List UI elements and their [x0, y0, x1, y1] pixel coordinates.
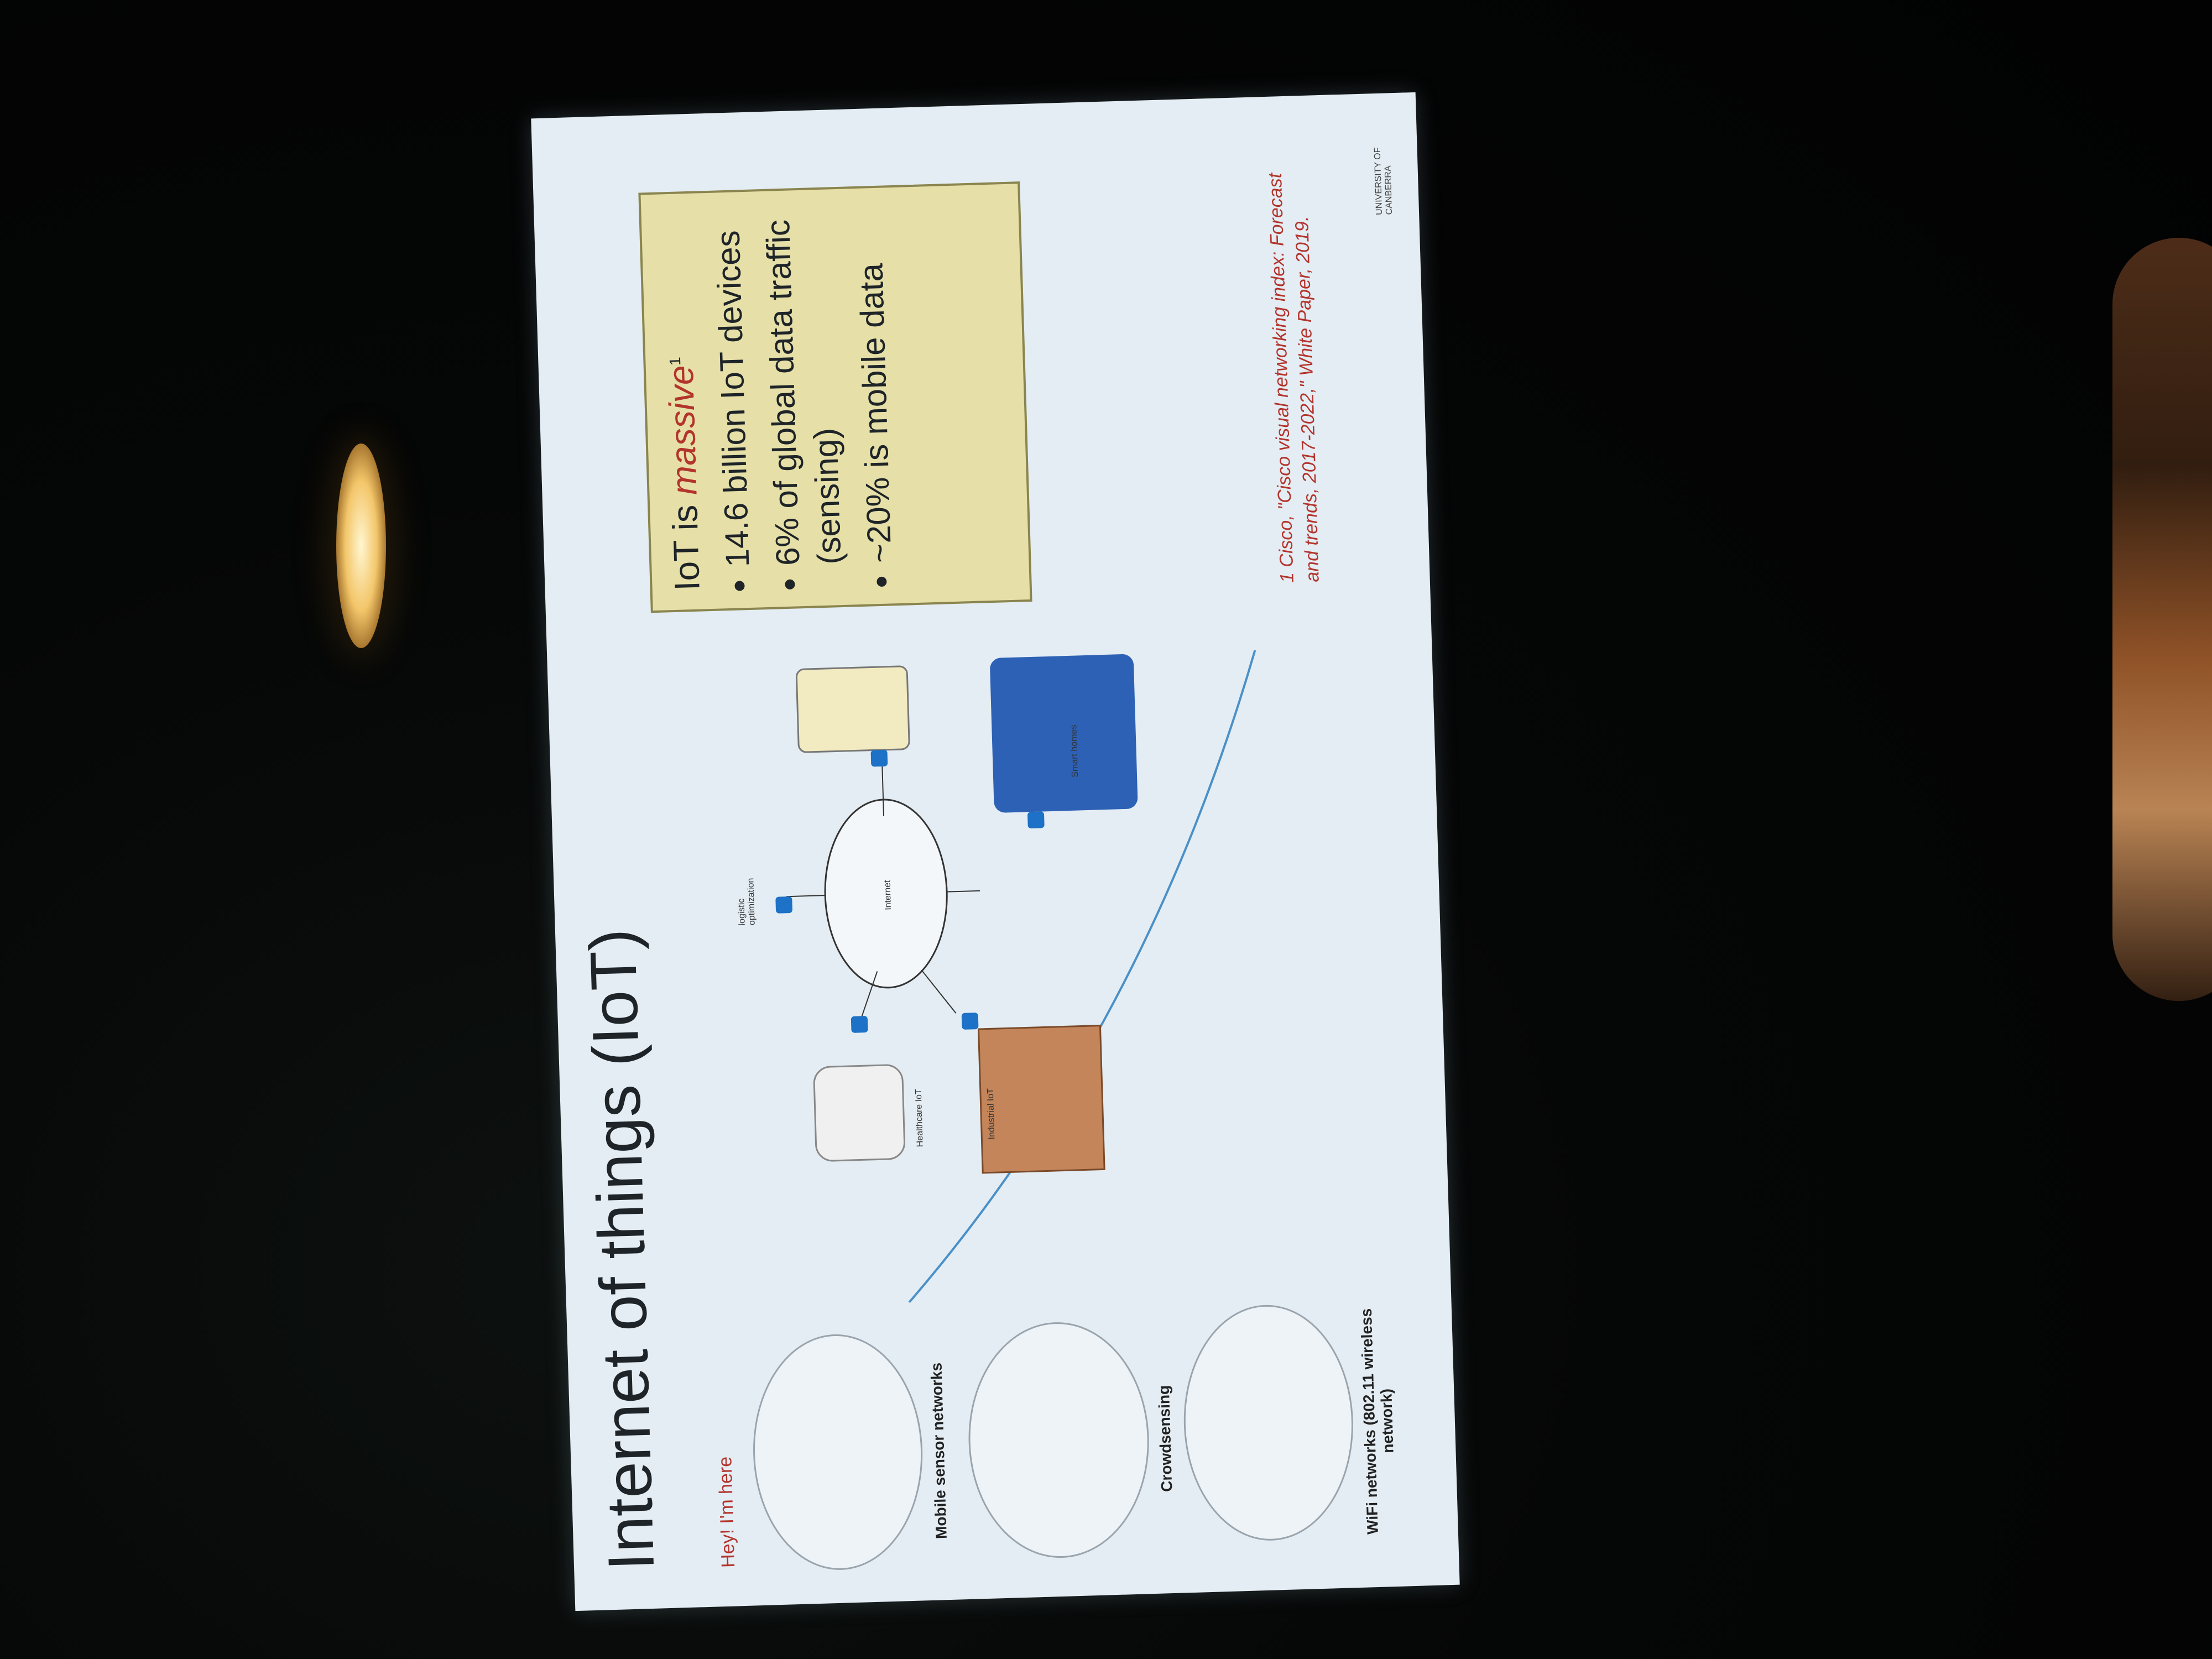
mobile-sensor-networks-label: Mobile sensor networks [927, 1362, 950, 1540]
wifi-networks-label: WiFi networks (802.11 wireless network) [1357, 1308, 1397, 1535]
healthcare-building [813, 1064, 906, 1162]
iot-massive-callout: IoT is massive1 14.6 billion IoT devices… [638, 181, 1032, 613]
bullet-traffic: 6% of global data traffic (sensing) [757, 208, 850, 566]
callout-bullets: 14.6 billion IoT devices 6% of global da… [706, 206, 901, 590]
smart-homes-label: Smart homes [1069, 724, 1081, 778]
cisco-reference: 1 Cisco, "Cisco visual networking index:… [1264, 173, 1323, 583]
bullet-mobile: ~20% is mobile data [848, 206, 900, 564]
healthcare-iot-label: Healthcare IoT [914, 1089, 925, 1147]
hey-text: Hey! I'm here [714, 1456, 739, 1568]
person-silhouette [2112, 238, 2212, 1001]
internet-label: Internet [883, 880, 894, 911]
node-smart-homes [1027, 811, 1045, 829]
crowdsensing-label: Crowdsensing [1155, 1385, 1176, 1493]
sensor-network-cloud [749, 1332, 926, 1573]
node-gateway [870, 749, 888, 767]
ceiling-lamp [336, 444, 386, 648]
slide-title: Internet of things (IoT) [576, 927, 669, 1572]
crowdsensing-cloud [965, 1319, 1152, 1561]
university-logo: UNIVERSITY OF CANBERRA [1373, 147, 1395, 216]
bullet-devices: 14.6 billion IoT devices [706, 211, 758, 568]
industrial-iot-label: Industrial IoT [985, 1088, 997, 1140]
smart-city [990, 654, 1138, 813]
node-logistics [775, 896, 793, 914]
logistic-optimization-label: logistic optimization [737, 878, 757, 926]
factory-building [977, 1024, 1105, 1174]
projected-slide: Internet of things (IoT) Hey! I'm here M… [531, 92, 1460, 1611]
node-industrial [961, 1013, 979, 1030]
iot-network-diagram [786, 650, 1256, 1303]
wifi-cloud [1180, 1302, 1357, 1543]
node-healthcare [851, 1015, 868, 1033]
cell-tower-box [795, 665, 910, 753]
callout-heading: IoT is massive1 [660, 356, 707, 592]
